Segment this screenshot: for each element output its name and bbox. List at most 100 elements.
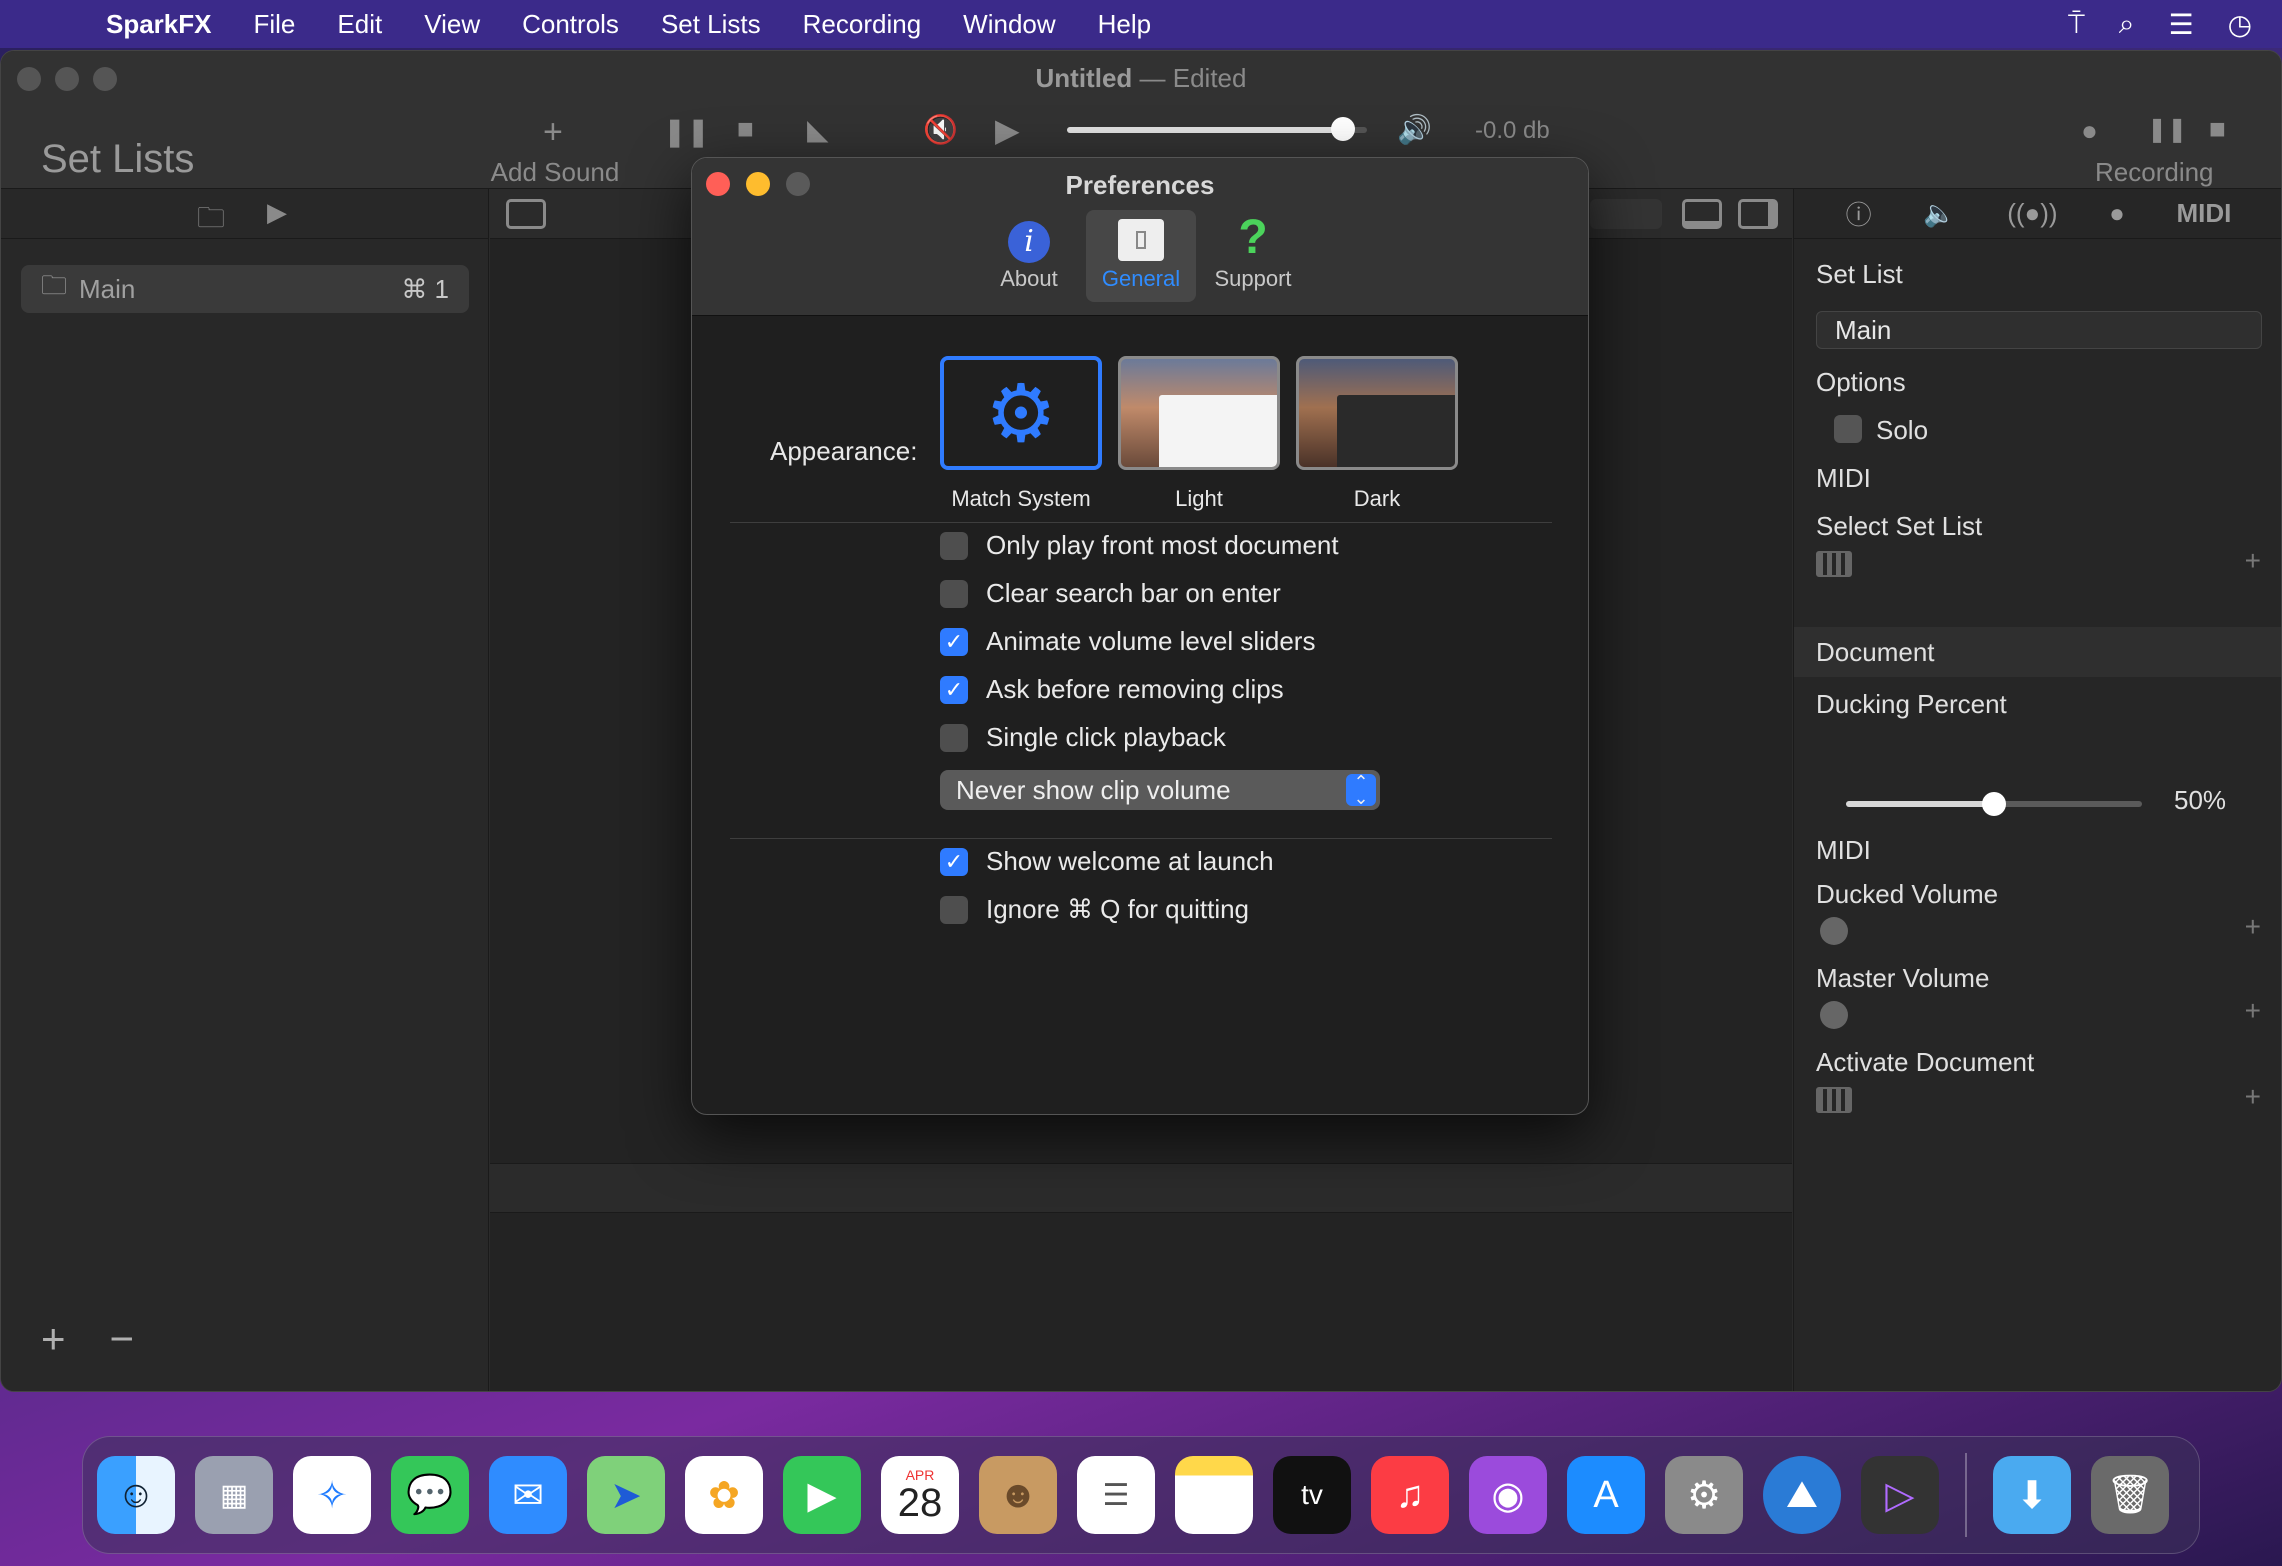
contacts-icon[interactable]: ☻ [979, 1456, 1057, 1534]
ignore-quit-checkbox[interactable] [940, 895, 968, 924]
sparkfx-icon[interactable]: ▷ [1861, 1456, 1939, 1534]
reminders-icon[interactable]: ☰ [1077, 1456, 1155, 1534]
clear-search-checkbox[interactable] [940, 579, 968, 608]
menu-window[interactable]: Window [963, 9, 1055, 40]
menu-edit[interactable]: Edit [337, 9, 382, 40]
appearance-light[interactable] [1118, 356, 1280, 470]
master-volume-slider[interactable] [1067, 117, 1367, 141]
menu-recording[interactable]: Recording [803, 9, 922, 40]
add-set-list-button[interactable]: + [41, 1315, 66, 1363]
toggle-bottom-panel-icon[interactable] [1682, 199, 1722, 229]
menu-help[interactable]: Help [1098, 9, 1151, 40]
stop-icon[interactable]: ■ [737, 113, 754, 145]
add-master-volume-mapping-button[interactable]: + [2245, 995, 2261, 1027]
info-icon[interactable]: ⓘ [1846, 195, 1872, 232]
pref-ignore-quit[interactable]: Ignore ⌘ Q for quitting [940, 894, 1249, 925]
pref-ask-before-removing[interactable]: ✓ Ask before removing clips [940, 674, 1284, 705]
tab-general[interactable]: General [1086, 210, 1196, 302]
show-welcome-checkbox[interactable]: ✓ [940, 847, 968, 876]
toggle-inspector-icon[interactable] [1738, 199, 1778, 229]
calendar-icon[interactable]: APR 28 [881, 1456, 959, 1534]
animate-volume-checkbox[interactable]: ✓ [940, 627, 968, 656]
notes-icon[interactable] [1175, 1456, 1253, 1534]
activate-piano-keys-icon[interactable] [1816, 1087, 1852, 1113]
volume-icon[interactable]: 🔈 [1923, 198, 1955, 229]
master-volume-thumb[interactable] [1331, 117, 1355, 141]
piano-keys-icon[interactable] [1816, 551, 1852, 577]
clear-search-label: Clear search bar on enter [986, 578, 1281, 608]
broadcast-icon[interactable]: ((●)) [2007, 198, 2057, 229]
record-icon[interactable]: ● [2109, 198, 2125, 229]
search-field[interactable] [1590, 199, 1662, 229]
search-icon[interactable]: ⌕ [2119, 8, 2135, 41]
record-icon[interactable]: ● [2081, 115, 2098, 147]
downloads-folder-icon[interactable]: ⬇ [1993, 1456, 2071, 1534]
toggle-sidebar-icon[interactable] [506, 199, 546, 229]
appearance-dark[interactable] [1296, 356, 1458, 470]
finder-icon[interactable]: ☺ [97, 1456, 175, 1534]
podcasts-icon[interactable]: ◉ [1469, 1456, 1547, 1534]
photos-icon[interactable]: ✿ [685, 1456, 763, 1534]
add-ducked-volume-mapping-button[interactable]: + [2245, 911, 2261, 943]
play-set-list-icon[interactable]: ▶ [267, 197, 287, 228]
appearance-match-system[interactable]: ⚙ [940, 356, 1102, 470]
apple-tv-icon[interactable]: tv [1273, 1456, 1351, 1534]
clip-divider-band [490, 1163, 1792, 1213]
menu-set-lists[interactable]: Set Lists [661, 9, 761, 40]
add-sound-icon[interactable]: + [543, 113, 563, 152]
tab-about-label: About [1000, 266, 1058, 291]
pref-only-front-most[interactable]: Only play front most document [940, 530, 1339, 561]
mail-icon[interactable]: ✉ [489, 1456, 567, 1534]
music-icon[interactable]: ♫ [1371, 1456, 1449, 1534]
folder-icon[interactable]: 🗀 [197, 197, 225, 245]
set-list-name-field[interactable]: Main [1816, 311, 2262, 349]
menu-app-name[interactable]: SparkFX [106, 9, 212, 40]
ducking-slider-thumb[interactable] [1982, 792, 2006, 816]
messages-icon[interactable]: 💬 [391, 1456, 469, 1534]
launchpad-icon[interactable]: ▦ [195, 1456, 273, 1534]
ducking-percent-slider[interactable] [1846, 792, 2142, 816]
add-midi-mapping-button[interactable]: + [2245, 545, 2261, 577]
pause-icon[interactable]: ❚❚ [663, 115, 710, 148]
ask-before-removing-checkbox[interactable]: ✓ [940, 675, 968, 704]
pref-single-click[interactable]: Single click playback [940, 722, 1226, 753]
menu-view[interactable]: View [424, 9, 480, 40]
safari-icon[interactable]: ✧ [293, 1456, 371, 1534]
trash-icon[interactable]: 🗑 [2091, 1456, 2169, 1534]
remove-set-list-button[interactable]: − [110, 1315, 135, 1363]
single-click-checkbox[interactable] [940, 723, 968, 752]
only-front-most-checkbox[interactable] [940, 531, 968, 560]
app-store-icon[interactable]: A [1567, 1456, 1645, 1534]
antenna-icon[interactable]: ⍑ [2068, 8, 2085, 41]
master-volume-fill [1067, 127, 1343, 133]
sidebar-item-main[interactable]: 🗀 Main ⌘ 1 [21, 265, 469, 313]
speaker-icon[interactable]: 🔊 [1397, 113, 1432, 146]
tab-about[interactable]: i About [974, 210, 1084, 302]
play-icon[interactable]: ▶ [995, 111, 1020, 149]
pref-show-welcome[interactable]: ✓ Show welcome at launch [940, 846, 1274, 877]
clock-icon[interactable]: ◷ [2228, 8, 2252, 41]
maps-icon[interactable]: ➤ [587, 1456, 665, 1534]
mute-icon[interactable]: 🔇 [923, 113, 958, 146]
midi-icon[interactable]: MIDI [2177, 198, 2232, 229]
add-sound-label[interactable]: Add Sound [490, 157, 620, 188]
record-stop-icon[interactable]: ■ [2209, 113, 2226, 145]
midi-label: MIDI [1816, 463, 1871, 493]
solo-checkbox[interactable] [1834, 415, 1862, 443]
ducked-volume-knob-icon[interactable] [1820, 917, 1848, 945]
add-activate-mapping-button[interactable]: + [2245, 1081, 2261, 1113]
system-preferences-icon[interactable]: ⚙ [1665, 1456, 1743, 1534]
menu-bar: SparkFX File Edit View Controls Set List… [0, 0, 2282, 48]
menu-controls[interactable]: Controls [522, 9, 619, 40]
control-center-icon[interactable]: ☰ [2168, 8, 2193, 41]
pref-animate-volume[interactable]: ✓ Animate volume level sliders [940, 626, 1315, 657]
pref-clear-search[interactable]: Clear search bar on enter [940, 578, 1281, 609]
fade-icon[interactable]: ◣ [807, 113, 829, 146]
tab-support[interactable]: ? Support [1198, 210, 1308, 302]
clip-volume-popup[interactable]: Never show clip volume ⌃ ⌄ [940, 770, 1380, 810]
facetime-icon[interactable]: ▶ [783, 1456, 861, 1534]
mountain-app-icon[interactable]: ⛰ [1763, 1456, 1841, 1534]
menu-file[interactable]: File [254, 9, 296, 40]
record-pause-icon[interactable]: ❚❚ [2147, 115, 2187, 144]
master-volume-knob-icon[interactable] [1820, 1001, 1848, 1029]
